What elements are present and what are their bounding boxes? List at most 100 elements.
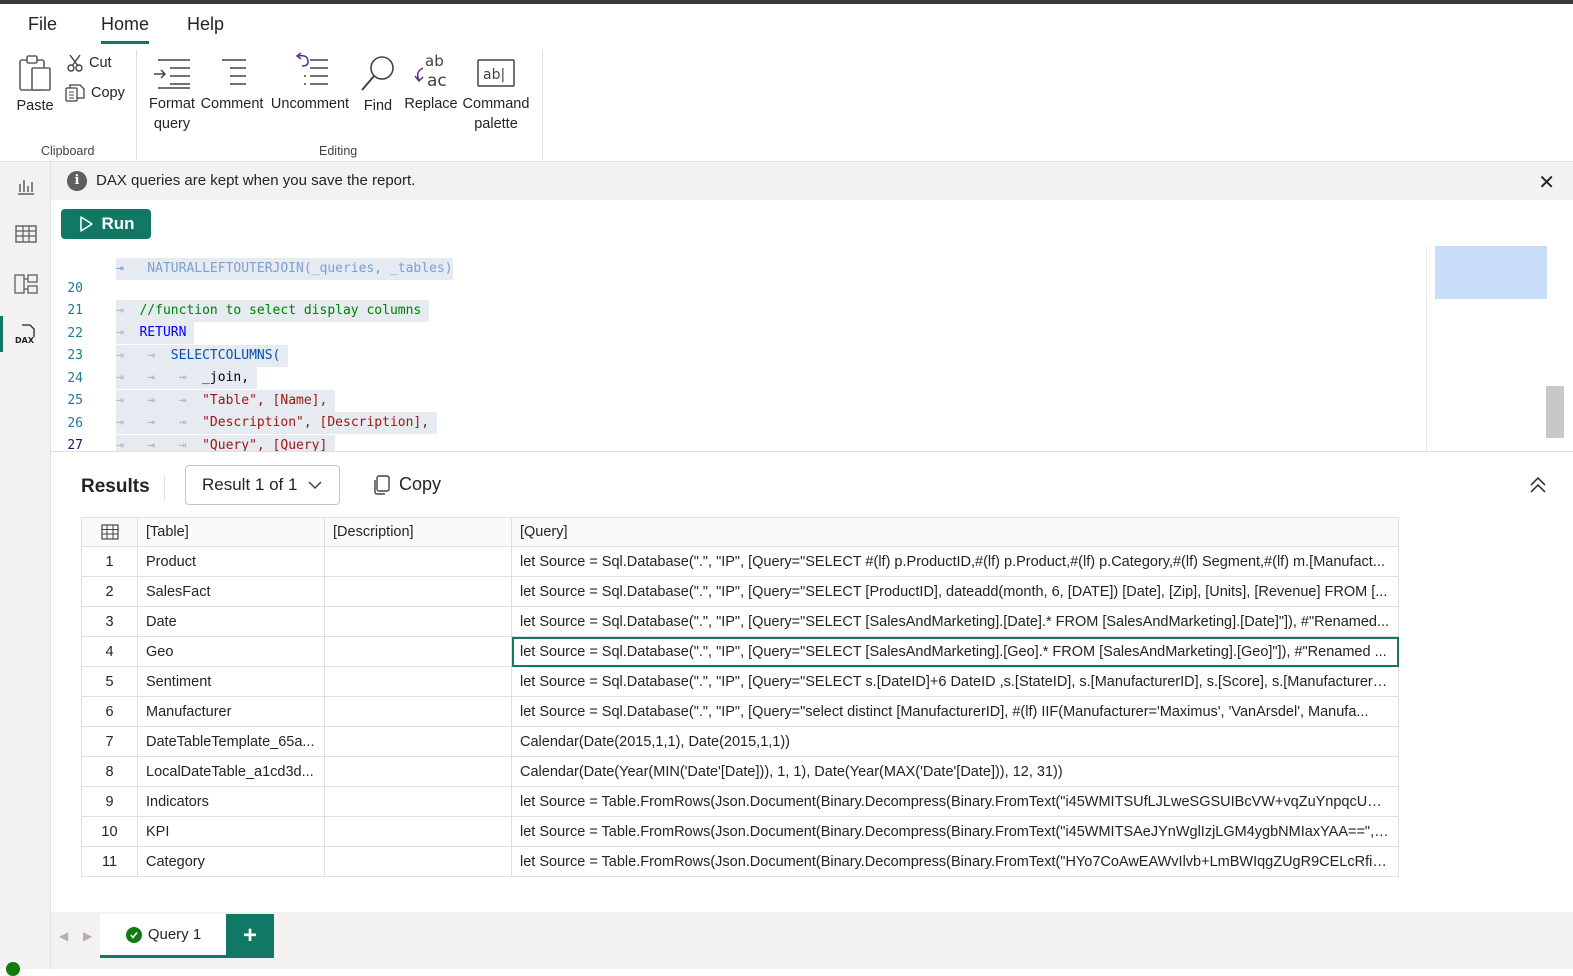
scissors-icon (67, 54, 83, 72)
copy-results-button[interactable]: Copy (373, 474, 441, 495)
row-number-cell[interactable]: 2 (81, 576, 138, 607)
table-name-cell[interactable]: Product (137, 546, 325, 577)
find-button[interactable]: Find (358, 54, 398, 116)
query-cell[interactable]: let Source = Sql.Database(".", "IP", [Qu… (511, 606, 1399, 637)
table-icon (100, 524, 119, 540)
table-name-cell[interactable]: Indicators (137, 786, 325, 817)
description-cell[interactable] (324, 666, 512, 697)
column-header-query[interactable]: [Query] (511, 517, 1399, 547)
collapse-results-button[interactable] (1529, 476, 1547, 497)
table-row[interactable]: 9 Indicators let Source = Table.FromRows(J… (81, 786, 1399, 817)
tab-query-1[interactable]: Query 1 (100, 914, 227, 958)
column-header-table[interactable]: [Table] (137, 517, 325, 547)
code-text: "Query", [Query] (202, 438, 328, 452)
paste-label: Paste (16, 98, 54, 114)
replace-icon: ab ac (414, 52, 447, 90)
description-cell[interactable] (324, 786, 512, 817)
query-cell[interactable]: let Source = Sql.Database(".", "IP", [Qu… (511, 576, 1399, 607)
paste-button[interactable]: Paste (15, 54, 55, 116)
table-view-button[interactable] (0, 212, 51, 256)
row-number-cell[interactable]: 5 (81, 666, 138, 697)
line-number: 27 (67, 438, 83, 452)
row-number-cell[interactable]: 8 (81, 756, 138, 787)
table-name-cell[interactable]: Sentiment (137, 666, 325, 697)
command-palette-button[interactable]: ab| Command palette (461, 56, 531, 134)
description-cell[interactable] (324, 546, 512, 577)
table-name-cell[interactable]: Geo (137, 636, 325, 667)
query-cell[interactable]: let Source = Table.FromRows(Json.Documen… (511, 816, 1399, 847)
table-name-cell[interactable]: KPI (137, 816, 325, 847)
row-number-cell[interactable]: 3 (81, 606, 138, 637)
copy-button[interactable]: Copy (65, 84, 125, 102)
row-number-cell[interactable]: 10 (81, 816, 138, 847)
run-button[interactable]: Run (61, 209, 151, 239)
description-cell[interactable] (324, 726, 512, 757)
table-row[interactable]: 11 Category let Source = Table.FromRows(Js… (81, 846, 1399, 877)
description-cell[interactable] (324, 636, 512, 667)
description-cell[interactable] (324, 576, 512, 607)
table-row[interactable]: 5 Sentiment let Source = Sql.Database(".",… (81, 666, 1399, 697)
row-number-cell[interactable]: 1 (81, 546, 138, 577)
replace-label: Replace (404, 96, 458, 112)
table-row[interactable]: 4 Geo let Source = Sql.Database(".", "IP",… (81, 636, 1399, 667)
uncomment-button[interactable]: Uncomment (269, 52, 351, 114)
model-view-button[interactable] (0, 262, 51, 306)
menu-home[interactable]: Home (101, 14, 150, 44)
format-query-button[interactable]: Format query (147, 56, 197, 134)
table-row[interactable]: 2 SalesFact let Source = Sql.Database(".",… (81, 576, 1399, 607)
report-view-button[interactable] (0, 164, 51, 208)
cut-button[interactable]: Cut (67, 54, 112, 72)
close-icon[interactable]: ✕ (1538, 170, 1555, 195)
query-cell[interactable]: Calendar(Date(Year(MIN('Date'[Date])), 1… (511, 756, 1399, 787)
replace-button[interactable]: ab ac Replace (404, 52, 458, 114)
table-name-cell[interactable]: SalesFact (137, 576, 325, 607)
table-row[interactable]: 6 Manufacturer let Source = Sql.Database("… (81, 696, 1399, 727)
query-cell[interactable]: let Source = Sql.Database(".", "IP", [Qu… (511, 636, 1399, 667)
description-cell[interactable] (324, 696, 512, 727)
description-cell[interactable] (324, 816, 512, 847)
copy-label: Copy (91, 85, 125, 101)
row-number-cell[interactable]: 9 (81, 786, 138, 817)
results-title: Results (81, 476, 150, 497)
description-cell[interactable] (324, 756, 512, 787)
table-row[interactable]: 8 LocalDateTable_a1cd3d... Calendar(Date(Y… (81, 756, 1399, 787)
table-name-cell[interactable]: LocalDateTable_a1cd3d... (137, 756, 325, 787)
svg-text:ab: ab (425, 52, 444, 70)
add-query-button[interactable]: + (226, 914, 274, 958)
select-all-cell[interactable] (81, 517, 138, 547)
table-row[interactable]: 1 Product let Source = Sql.Database(".", "… (81, 546, 1399, 577)
table-row[interactable]: 10 KPI let Source = Table.FromRows(Json.Do… (81, 816, 1399, 847)
row-number-cell[interactable]: 7 (81, 726, 138, 757)
table-name-cell[interactable]: Date (137, 606, 325, 637)
description-cell[interactable] (324, 846, 512, 877)
comment-button[interactable]: Comment (199, 56, 265, 114)
row-number-cell[interactable]: 11 (81, 846, 138, 877)
table-row[interactable]: 3 Date let Source = Sql.Database(".", "IP"… (81, 606, 1399, 637)
column-header-description[interactable]: [Description] (324, 517, 512, 547)
query-cell[interactable]: Calendar(Date(2015,1,1), Date(2015,1,1)) (511, 726, 1399, 757)
minimap-viewport[interactable] (1435, 246, 1547, 299)
editor-scrollbar[interactable] (1546, 386, 1564, 438)
description-cell[interactable] (324, 606, 512, 637)
table-name-cell[interactable]: DateTableTemplate_65a... (137, 726, 325, 757)
row-number-cell[interactable]: 6 (81, 696, 138, 727)
query-cell[interactable]: let Source = Sql.Database(".", "IP", [Qu… (511, 696, 1399, 727)
scroll-tabs-left-icon[interactable]: ◀ (59, 929, 68, 943)
scroll-tabs-right-icon[interactable]: ▶ (83, 929, 92, 943)
table-name-cell[interactable]: Manufacturer (137, 696, 325, 727)
dax-editor[interactable]: ⇥ NATURALLEFTOUTERJOIN(_queries, _tables… (51, 246, 1573, 452)
query-cell[interactable]: let Source = Table.FromRows(Json.Documen… (511, 846, 1399, 877)
table-name-cell[interactable]: Category (137, 846, 325, 877)
query-cell[interactable]: let Source = Table.FromRows(Json.Documen… (511, 786, 1399, 817)
menu-file[interactable]: File (28, 14, 57, 35)
dax-query-view-button[interactable]: DAX (0, 312, 51, 356)
palette-label-1: Command (462, 96, 530, 112)
table-row[interactable]: 7 DateTableTemplate_65a... Calendar(Date(2… (81, 726, 1399, 757)
menu-help[interactable]: Help (187, 14, 224, 35)
row-number-cell[interactable]: 4 (81, 636, 138, 667)
result-selector[interactable]: Result 1 of 1 (185, 465, 340, 505)
query-cell[interactable]: let Source = Sql.Database(".", "IP", [Qu… (511, 666, 1399, 697)
results-table: [Table] [Description] [Query] 1 Product le… (81, 517, 1399, 877)
query-cell[interactable]: let Source = Sql.Database(".", "IP", [Qu… (511, 546, 1399, 577)
editing-group-label: Editing (319, 144, 358, 158)
